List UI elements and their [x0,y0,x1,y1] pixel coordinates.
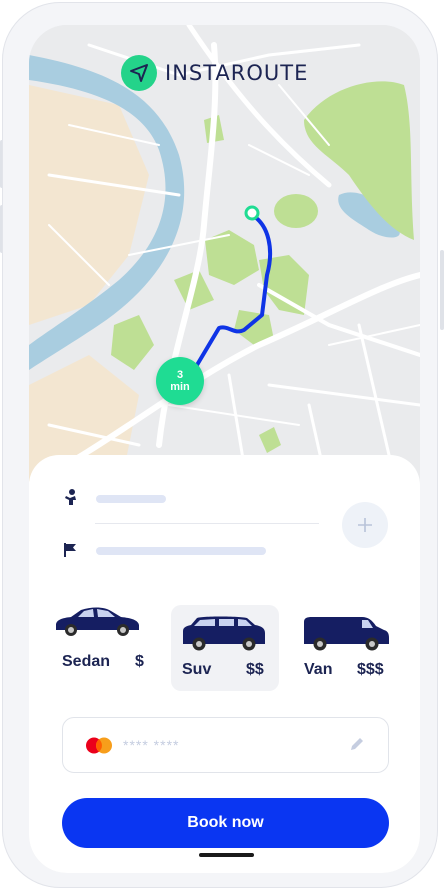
mastercard-icon [86,737,112,754]
app-name: INSTAROUTE [165,61,309,85]
phone-side-button [440,250,444,330]
vehicle-price: $ [135,653,144,670]
pencil-icon[interactable] [348,735,366,753]
eta-unit: min [170,381,190,393]
brand-logo: INSTAROUTE [121,55,308,91]
vehicle-name: Sedan [62,653,111,670]
route-divider [95,523,319,524]
origin-marker [244,205,260,221]
book-now-button[interactable]: Book now [62,798,389,848]
vehicle-name: Van [304,661,333,678]
pickup-row[interactable] [61,487,81,507]
route-map[interactable] [29,25,420,495]
passenger-icon [61,487,81,507]
home-indicator[interactable] [199,853,254,857]
eta-badge: 3 min [156,357,204,405]
pickup-address-placeholder[interactable] [96,495,166,503]
sedan-car-icon [56,607,139,636]
eta-value: 3 [176,369,184,381]
destination-row[interactable] [61,540,81,560]
flag-icon [61,540,81,560]
vehicle-option-sedan[interactable]: Sedan $ [53,597,161,683]
vehicle-name: Suv [182,661,212,678]
phone-frame: INSTAROUTE 3 min Sedan $ Suv $$ Van $$$ … [2,2,438,888]
suv-car-icon [183,616,265,651]
vehicle-price: $$$ [357,661,384,678]
vehicle-price: $$ [246,661,264,678]
card-number: **** **** [123,737,180,753]
phone-screen: INSTAROUTE 3 min Sedan $ Suv $$ Van $$$ … [29,25,420,873]
booking-sheet: Sedan $ Suv $$ Van $$$ **** **** Book no… [29,455,420,873]
vehicle-option-van[interactable]: Van $$$ [294,605,402,691]
add-stop-button[interactable] [342,502,388,548]
van-icon [304,617,389,651]
plus-icon [358,518,372,532]
navigation-arrow-icon [121,55,157,91]
destination-address-placeholder[interactable] [96,547,266,555]
payment-method-field[interactable]: **** **** [62,717,389,773]
vehicle-option-suv[interactable]: Suv $$ [171,605,279,691]
